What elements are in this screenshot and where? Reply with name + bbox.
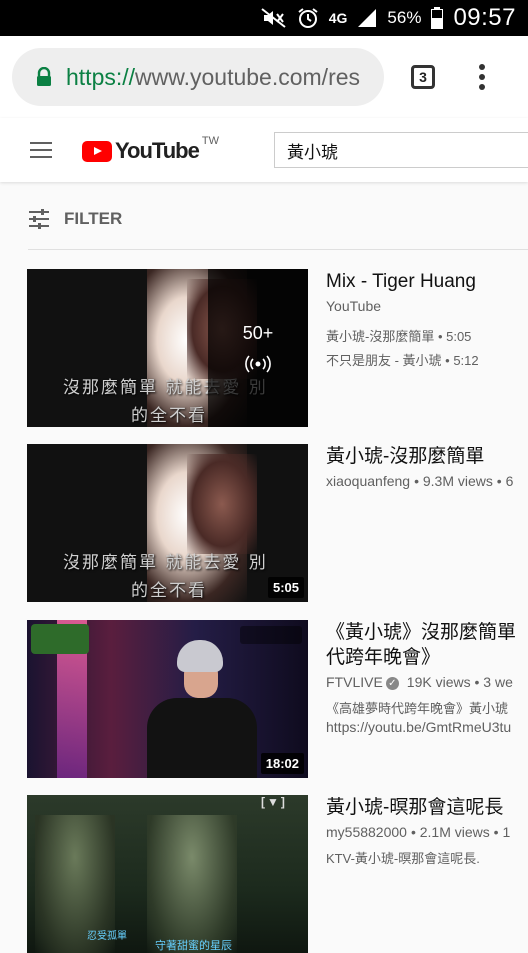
- thumbnail-tag: [▼]: [261, 795, 287, 809]
- thumbnail-caption: 的全不看: [131, 581, 207, 601]
- video-meta: 黃小琥-沒那麼簡單 xiaoquanfeng • 9.3M views • 6: [326, 444, 528, 489]
- channel-name: my55882000: [326, 824, 407, 840]
- video-thumbnail[interactable]: 18:02: [27, 620, 308, 778]
- result-item-video[interactable]: 18:02 《黃小琥》沒那麼簡單 代跨年晚會》 FTVLIVE ✓ 19K view…: [0, 620, 528, 778]
- tab-switcher-button[interactable]: 3: [411, 65, 435, 89]
- channel-line: xiaoquanfeng • 9.3M views • 6: [326, 473, 528, 489]
- video-meta: 黃小琥-暝那會這呢長 my55882000 • 2.1M views • 1 KT…: [326, 795, 528, 868]
- logo-text: YouTube: [115, 138, 200, 163]
- video-meta: Mix - Tiger Huang YouTube 黃小琥-沒那麼簡單 • 5:…: [326, 269, 528, 370]
- view-count: 19K views • 3 we: [406, 674, 513, 690]
- battery-percent: 56%: [387, 8, 422, 27]
- view-count: • 9.3M views • 6: [414, 473, 514, 489]
- browser-toolbar: https://www.youtube.com/res 3: [0, 36, 528, 118]
- result-item-video[interactable]: [▼] 忍受孤單 守著甜蜜的星辰 黃小琥-暝那會這呢長 my55882000 • …: [0, 795, 528, 953]
- filter-icon: [29, 209, 49, 229]
- thumbnail-caption: 沒那麼簡單 就能去愛 別: [63, 553, 268, 573]
- thumbnail-art: [147, 698, 257, 778]
- mix-overlay: 50+: [208, 269, 308, 427]
- lock-icon: [37, 67, 51, 86]
- result-item-video[interactable]: 沒那麼簡單 就能去愛 別 的全不看 5:05 黃小琥-沒那麼簡單 xiaoqua…: [0, 444, 528, 602]
- address-bar[interactable]: https://www.youtube.com/res: [12, 48, 384, 106]
- video-description: https://youtu.be/GmtRmeU3tu: [326, 719, 512, 735]
- video-thumbnail[interactable]: 沒那麼簡單 就能去愛 別 的全不看 5:05: [27, 444, 308, 602]
- thumbnail-art: [187, 454, 257, 554]
- channel-name: YouTube: [326, 298, 382, 314]
- signal-icon: [357, 8, 377, 28]
- youtube-logo[interactable]: YouTube TW: [82, 135, 219, 164]
- mute-icon: [261, 8, 287, 28]
- video-thumbnail[interactable]: 沒那麼簡單 就能去愛 別 的全不看 50+: [27, 269, 308, 427]
- url-scheme: https://: [66, 63, 136, 90]
- filter-button[interactable]: FILTER: [28, 208, 122, 230]
- video-meta: 《黃小琥》沒那麼簡單 代跨年晚會》 FTVLIVE ✓ 19K views • 3 …: [326, 620, 528, 736]
- channel-watermark: [240, 626, 302, 644]
- video-description: KTV-黃小琥-暝那會這呢長.: [326, 851, 480, 866]
- thumbnail-caption: 的全不看: [131, 406, 207, 426]
- network-type: 4G: [328, 10, 348, 26]
- status-bar: 4G 56% 09:57: [0, 0, 528, 36]
- video-thumbnail[interactable]: [▼] 忍受孤單 守著甜蜜的星辰: [27, 795, 308, 953]
- duration-badge: 5:05: [267, 577, 304, 598]
- thumbnail-art: [177, 640, 223, 672]
- channel-line: my55882000 • 2.1M views • 1: [326, 824, 528, 840]
- filter-label: FILTER: [64, 209, 123, 228]
- more-menu-icon[interactable]: [478, 64, 486, 94]
- video-description: 《高雄夢時代跨年晚會》黃小琥: [326, 701, 509, 716]
- event-logo: [31, 624, 89, 654]
- view-count: • 2.1M views • 1: [410, 824, 511, 840]
- video-title[interactable]: 黃小琥-沒那麼簡單: [326, 444, 528, 469]
- search-input[interactable]: 黃小琥: [274, 132, 528, 168]
- menu-icon[interactable]: [30, 142, 52, 158]
- video-title[interactable]: Mix - Tiger Huang: [326, 269, 528, 294]
- battery-icon: [431, 7, 444, 29]
- alarm-icon: [297, 7, 319, 29]
- duration-badge: 18:02: [260, 753, 304, 774]
- url-text[interactable]: https://www.youtube.com/res: [66, 64, 360, 91]
- mix-track: 黃小琥-沒那麼簡單 • 5:05: [326, 329, 472, 344]
- channel-line: FTVLIVE ✓ 19K views • 3 we: [326, 674, 528, 690]
- divider: [28, 249, 528, 250]
- mix-track: 不只是朋友 - 黃小琥 • 5:12: [326, 353, 479, 368]
- video-title[interactable]: 《黃小琥》沒那麼簡單: [326, 620, 528, 645]
- mix-count: 50+: [242, 322, 274, 343]
- broadcast-icon: [245, 354, 271, 373]
- region-code: TW: [201, 135, 219, 147]
- youtube-play-icon: [82, 140, 112, 162]
- youtube-header: YouTube TW 黃小琥: [0, 118, 528, 182]
- thumbnail-art: [147, 815, 237, 953]
- clock: 09:57: [453, 4, 516, 31]
- verified-icon: ✓: [385, 676, 399, 690]
- video-title[interactable]: 黃小琥-暝那會這呢長: [326, 795, 528, 820]
- channel-name: xiaoquanfeng: [326, 473, 411, 489]
- thumbnail-caption: 守著甜蜜的星辰: [155, 940, 232, 952]
- result-item-mix[interactable]: 沒那麼簡單 就能去愛 別 的全不看 50+ Mix - Tiger Huang …: [0, 269, 528, 427]
- url-host: www.youtube.com/res: [135, 63, 361, 90]
- video-title-line2[interactable]: 代跨年晚會》: [326, 645, 528, 670]
- channel-name: FTVLIVE: [326, 674, 383, 690]
